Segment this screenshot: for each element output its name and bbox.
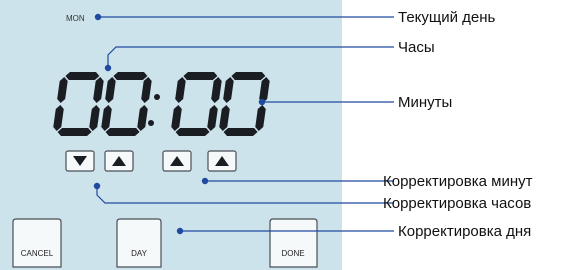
digit-2-segment-a bbox=[113, 72, 148, 80]
thermostat-time-setting-diagram: MON CANCEL DAY DONE Текущий день Часы Ми… bbox=[0, 0, 533, 270]
day-indicator: MON bbox=[66, 14, 85, 23]
digit-4-segment-a bbox=[231, 72, 266, 80]
done-button-frame[interactable] bbox=[269, 218, 318, 268]
cancel-button[interactable]: CANCEL bbox=[12, 218, 62, 268]
digit-4-segment-d bbox=[223, 128, 258, 136]
done-button-label: DONE bbox=[281, 249, 304, 258]
minutes-up-button-2[interactable] bbox=[207, 150, 237, 172]
colon-dot-top bbox=[154, 94, 160, 100]
hours-up-button[interactable] bbox=[104, 150, 134, 172]
digit-1-segment-a bbox=[65, 72, 100, 80]
label-minutes: Минуты bbox=[398, 94, 452, 111]
callout-labels: Текущий день Часы Минуты Корректировка м… bbox=[383, 9, 533, 240]
label-current-day: Текущий день bbox=[398, 9, 496, 26]
cancel-button-label: CANCEL bbox=[21, 249, 54, 258]
cancel-button-frame[interactable] bbox=[12, 218, 62, 268]
digit-2-segment-d bbox=[105, 128, 140, 136]
digit-1-segment-d bbox=[57, 128, 92, 136]
label-hours: Часы bbox=[398, 39, 435, 56]
day-button[interactable]: DAY bbox=[116, 218, 162, 268]
done-button[interactable]: DONE bbox=[269, 218, 318, 268]
minutes-up-button-1[interactable] bbox=[162, 150, 192, 172]
label-adjust-hours: Корректировка часов bbox=[383, 195, 531, 212]
label-adjust-minutes: Корректировка минут bbox=[383, 173, 533, 190]
day-button-label: DAY bbox=[131, 249, 148, 258]
day-button-frame[interactable] bbox=[116, 218, 162, 268]
hours-down-button[interactable] bbox=[65, 150, 95, 172]
digit-3-segment-d bbox=[175, 128, 210, 136]
colon-dot-bottom bbox=[148, 120, 154, 126]
digit-3-segment-a bbox=[183, 72, 218, 80]
label-adjust-day: Корректировка дня bbox=[398, 223, 531, 240]
